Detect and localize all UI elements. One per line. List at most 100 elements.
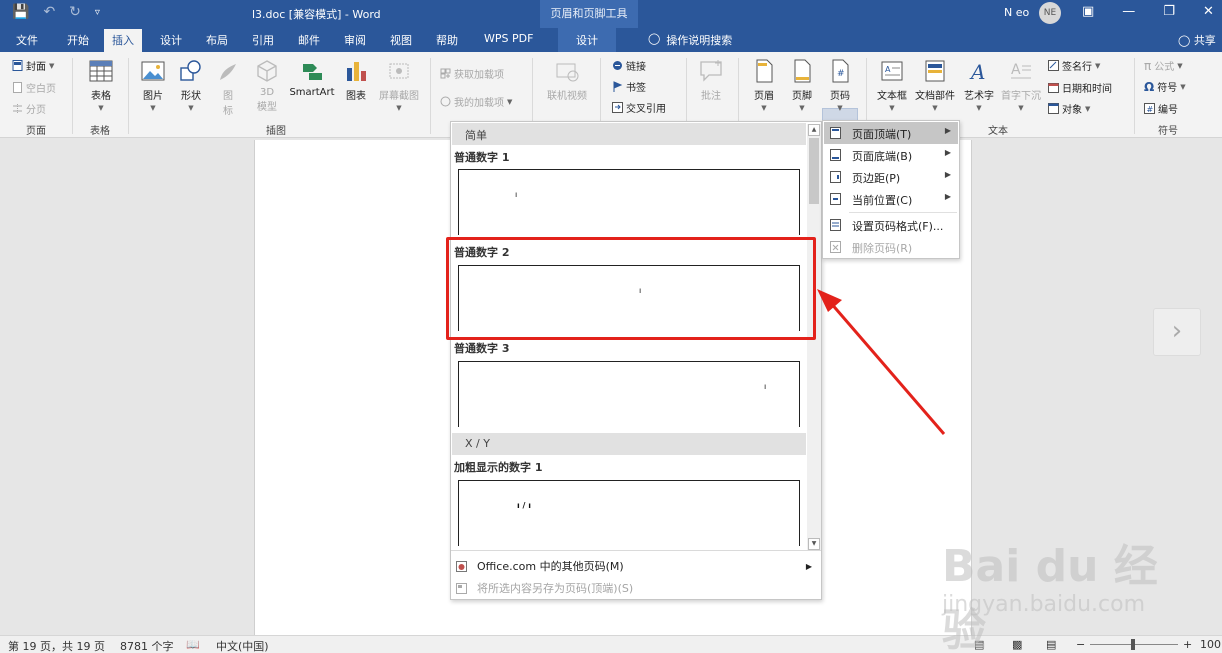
tab-review[interactable]: 审阅	[344, 32, 366, 48]
save-icon[interactable]: 💾	[12, 4, 29, 20]
restore-icon[interactable]: ❐	[1163, 4, 1175, 19]
tab-references[interactable]: 引用	[252, 32, 274, 48]
numbering-button[interactable]: # 编号	[1144, 101, 1178, 116]
picture-icon	[141, 61, 165, 81]
menu-item-top-of-page[interactable]: 页面顶端(T) ▶	[824, 122, 958, 144]
menu-item-format-page-numbers[interactable]: 设置页码格式(F)...	[824, 214, 958, 236]
table-button[interactable]: 表格 ▼	[82, 58, 120, 113]
scroll-up-icon[interactable]: ▲	[808, 124, 820, 136]
gallery-item-plain-number-1[interactable]: ı	[458, 169, 800, 235]
menu-item-bottom-of-page[interactable]: 页面底端(B) ▶	[824, 144, 958, 166]
menu-item-remove-page-numbers[interactable]: 删除页码(R)	[824, 236, 958, 258]
online-video-label: 联机视频	[547, 91, 587, 102]
page-count[interactable]: 第 19 页，共 19 页	[8, 638, 105, 653]
link-button[interactable]: 链接	[612, 58, 646, 73]
tell-me-search[interactable]: ◯ 操作说明搜索	[648, 32, 732, 48]
3d-models-button[interactable]: 3D 模型	[250, 58, 284, 113]
cover-page-button[interactable]: 封面 ▼	[12, 58, 54, 73]
page-number-button[interactable]: # 页码 ▼	[824, 58, 856, 113]
get-addins-button[interactable]: 获取加载项	[440, 66, 504, 81]
baidu-watermark: Bai du 经验 jingyan.baidu.com	[930, 520, 1170, 653]
blank-page-label: 空白页	[26, 84, 56, 95]
search-label: 操作说明搜索	[666, 34, 733, 47]
scroll-down-icon[interactable]: ▼	[808, 538, 820, 550]
textbox-button[interactable]: A 文本框 ▼	[874, 58, 910, 113]
menu-item-current-position[interactable]: 当前位置(C) ▶	[824, 188, 958, 210]
minimize-icon[interactable]: —	[1122, 4, 1135, 19]
zoom-level[interactable]: 100	[1200, 638, 1221, 651]
drop-cap-button[interactable]: A 首字下沉 ▼	[998, 58, 1044, 113]
avatar[interactable]: NE	[1039, 2, 1061, 24]
close-icon[interactable]: ✕	[1203, 4, 1214, 19]
language[interactable]: 中文(中国)	[216, 638, 269, 653]
cross-reference-button[interactable]: 交叉引用	[612, 100, 666, 115]
page-number-preview: ı	[764, 382, 767, 391]
proofing-icon[interactable]: 📖	[186, 638, 200, 651]
header-button[interactable]: 页眉 ▼	[748, 58, 780, 113]
ribbon-display-icon[interactable]: ▣	[1082, 4, 1094, 19]
gallery-item-title[interactable]: 普通数字 3	[454, 340, 509, 356]
comment-button[interactable]: 批注	[696, 58, 726, 102]
page-break-label: 分页	[26, 105, 46, 116]
shapes-button[interactable]: 形状 ▼	[176, 58, 206, 113]
page-break-button[interactable]: 分页	[12, 101, 46, 116]
picture-button[interactable]: 图片 ▼	[136, 58, 170, 113]
drop-cap-icon: A	[1011, 62, 1031, 79]
customize-icon[interactable]: ▿	[95, 4, 100, 20]
icons-button[interactable]: 图标	[214, 58, 242, 117]
table-label: 表格	[91, 91, 111, 102]
tab-design[interactable]: 设计	[160, 32, 182, 48]
gallery-item-title[interactable]: 加粗显示的数字 1	[454, 459, 542, 475]
symbol-button[interactable]: Ω 符号 ▼	[1144, 79, 1186, 95]
zoom-in-icon[interactable]: +	[1183, 638, 1192, 651]
online-video-button[interactable]: 联机视频	[542, 58, 592, 102]
tab-view[interactable]: 视图	[390, 32, 412, 48]
tab-home[interactable]: 开始	[67, 32, 89, 48]
undo-icon[interactable]: ↶	[43, 4, 55, 20]
textbox-icon: A	[881, 61, 903, 81]
omega-icon: Ω	[1144, 79, 1155, 94]
gallery-item-title[interactable]: 普通数字 1	[454, 149, 509, 165]
bookmark-button[interactable]: 书签	[612, 79, 646, 94]
numbering-label: 编号	[1158, 105, 1178, 116]
tab-insert[interactable]: 插入	[104, 29, 142, 52]
tab-help[interactable]: 帮助	[436, 32, 458, 48]
object-button[interactable]: 对象 ▼	[1048, 101, 1090, 116]
blank-page-button[interactable]: 空白页	[12, 80, 56, 95]
tab-header-footer-design[interactable]: 设计	[558, 28, 616, 52]
dropdown-caret-icon: ▼	[1018, 104, 1024, 112]
chevron-right-icon[interactable]: ›	[1153, 308, 1201, 356]
screenshot-button[interactable]: 屏幕截图 ▼	[374, 58, 424, 113]
date-time-button[interactable]: 日期和时间	[1048, 80, 1112, 95]
chart-button[interactable]: 图表	[342, 58, 370, 102]
tab-wps-pdf[interactable]: WPS PDF	[484, 32, 533, 45]
save-selection-button[interactable]: 将所选内容另存为页码(顶端)(S)	[456, 580, 633, 596]
equation-button[interactable]: π 公式 ▼	[1144, 58, 1183, 74]
shapes-icon	[180, 60, 201, 81]
document-title: l3.doc [兼容模式] - Word	[252, 8, 381, 21]
redo-icon[interactable]: ↻	[69, 4, 81, 20]
symbol-label: 符号	[1157, 83, 1178, 94]
dropdown-caret-icon: ▼	[837, 104, 843, 112]
tab-mailings[interactable]: 邮件	[298, 32, 320, 48]
share-button[interactable]: ◯ 共享	[1178, 32, 1216, 48]
smartart-button[interactable]: SmartArt	[286, 58, 338, 98]
tab-file[interactable]: 文件	[16, 32, 38, 48]
user-name[interactable]: N eo	[1004, 6, 1029, 19]
wordart-icon: A	[969, 60, 985, 84]
tab-layout[interactable]: 布局	[206, 32, 228, 48]
word-count[interactable]: 8781 个字	[120, 638, 174, 653]
my-addins-label: 我的加载项	[454, 98, 504, 109]
signature-line-button[interactable]: 签名行 ▼	[1048, 58, 1100, 73]
menu-item-page-margins[interactable]: 页边距(P) ▶	[824, 166, 958, 188]
gallery-item-bold-number-1[interactable]: ı / ı	[458, 480, 800, 546]
quick-parts-button[interactable]: 文档部件 ▼	[912, 58, 958, 113]
footer-button[interactable]: 页脚 ▼	[786, 58, 818, 113]
gallery-item-plain-number-3[interactable]: ı	[458, 361, 800, 427]
scrollbar-thumb[interactable]	[809, 138, 819, 204]
wordart-button[interactable]: A 艺术字 ▼	[960, 58, 998, 113]
current-position-icon	[830, 193, 841, 205]
my-addins-button[interactable]: 我的加载项 ▼	[440, 94, 512, 109]
group-label-illustrations: 插图	[266, 126, 286, 137]
more-page-numbers-button[interactable]: Office.com 中的其他页码(M) ▶	[456, 558, 818, 574]
